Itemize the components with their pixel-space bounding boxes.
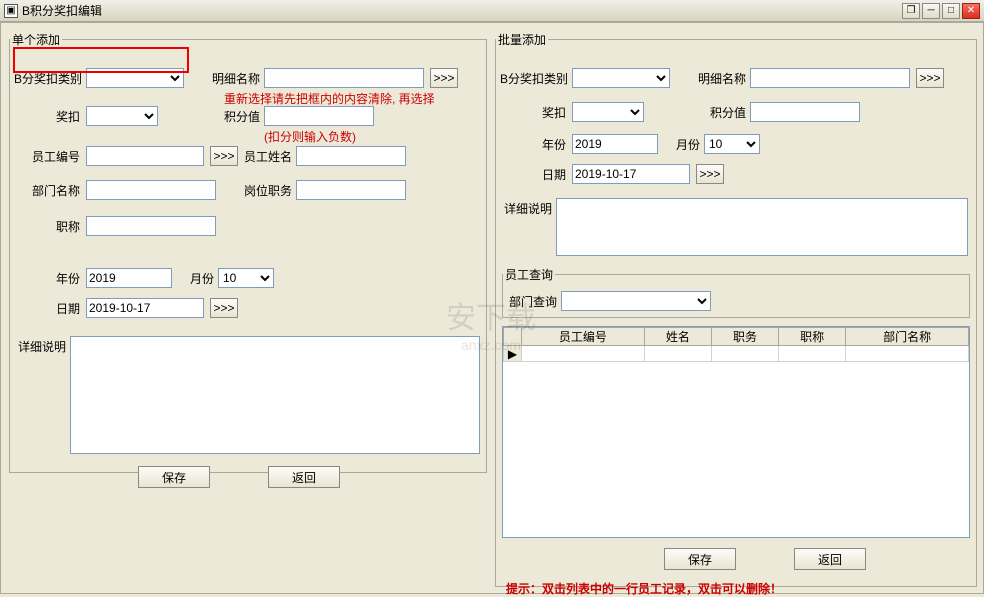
r-back-button[interactable]: 返回 [794, 548, 866, 570]
tip-text: 提示：双击列表中的一行员工记录，双击可以删除！ [506, 580, 782, 597]
save-button[interactable]: 保存 [138, 466, 210, 488]
label-desc: 详细说明 [16, 338, 66, 355]
label-reward: 奖扣 [30, 108, 80, 125]
r-year-input[interactable] [572, 134, 658, 154]
reward-select[interactable] [86, 106, 158, 126]
emp-table-wrap[interactable]: 员工编号 姓名 职务 职称 部门名称 ▶ [502, 326, 970, 538]
label-date: 日期 [44, 300, 80, 317]
label-year: 年份 [44, 270, 80, 287]
th-dept[interactable]: 部门名称 [846, 328, 969, 346]
th-duty[interactable]: 职务 [711, 328, 778, 346]
label-dept-query: 部门查询 [507, 293, 557, 310]
note-negative: (扣分则输入负数) [264, 128, 356, 145]
position-input[interactable] [296, 180, 406, 200]
r-date-more-button[interactable]: >>> [696, 164, 724, 184]
r-label-year: 年份 [530, 136, 566, 153]
detail-more-button[interactable]: >>> [430, 68, 458, 88]
emp-table[interactable]: 员工编号 姓名 职务 职称 部门名称 ▶ [503, 327, 969, 362]
th-title[interactable]: 职称 [779, 328, 846, 346]
r-label-desc: 详细说明 [502, 200, 552, 217]
emp-query-legend: 员工查询 [503, 266, 555, 283]
r-month-select[interactable]: 10 [704, 134, 760, 154]
label-point-value: 积分值 [210, 108, 260, 125]
single-add-panel: 单个添加 B分奖扣类别 明细名称 >>> 重新选择请先把框内的内容清除, 再选择… [9, 31, 487, 473]
note-reselect: 重新选择请先把框内的内容清除, 再选择 [224, 90, 435, 107]
emp-name-input[interactable] [296, 146, 406, 166]
label-emp-no: 员工编号 [30, 148, 80, 165]
single-add-legend: 单个添加 [10, 31, 62, 48]
title-input[interactable] [86, 216, 216, 236]
th-name[interactable]: 姓名 [644, 328, 711, 346]
label-title: 职称 [44, 218, 80, 235]
emp-query-panel: 员工查询 部门查询 [502, 266, 970, 318]
dept-name-input[interactable] [86, 180, 216, 200]
r-save-button[interactable]: 保存 [664, 548, 736, 570]
r-label-detail-name: 明细名称 [696, 70, 746, 87]
emp-no-input[interactable] [86, 146, 204, 166]
label-detail-name: 明细名称 [210, 70, 260, 87]
r-detail-more-button[interactable]: >>> [916, 68, 944, 88]
desc-textarea[interactable] [70, 336, 480, 454]
r-category-select[interactable] [572, 68, 670, 88]
date-more-button[interactable]: >>> [210, 298, 238, 318]
window-title: B积分奖扣编辑 [22, 2, 902, 19]
r-date-input[interactable] [572, 164, 690, 184]
maximize-button[interactable]: □ [942, 3, 960, 19]
emp-no-more-button[interactable]: >>> [210, 146, 238, 166]
category-select[interactable] [86, 68, 184, 88]
year-input[interactable] [86, 268, 172, 288]
th-emp-no[interactable]: 员工编号 [522, 328, 645, 346]
r-label-reward: 奖扣 [516, 104, 566, 121]
r-detail-name-input[interactable] [750, 68, 910, 88]
r-reward-select[interactable] [572, 102, 644, 122]
label-position: 岗位职务 [242, 182, 292, 199]
table-row[interactable]: ▶ [504, 346, 969, 362]
row-indicator-icon: ▶ [504, 346, 522, 362]
batch-add-panel: 批量添加 B分奖扣类别 明细名称 >>> 奖扣 积分值 年份 月份 10 日期 … [495, 31, 977, 587]
close-button[interactable]: ✕ [962, 3, 980, 19]
titlebar: ▣ B积分奖扣编辑 ❐ ─ □ ✕ [0, 0, 984, 22]
restore-button[interactable]: ❐ [902, 3, 920, 19]
label-month: 月份 [184, 270, 214, 287]
point-value-input[interactable] [264, 106, 374, 126]
app-icon: ▣ [4, 4, 18, 18]
r-point-value-input[interactable] [750, 102, 860, 122]
label-emp-name: 员工姓名 [242, 148, 292, 165]
batch-add-legend: 批量添加 [496, 31, 548, 48]
r-desc-textarea[interactable] [556, 198, 968, 256]
date-input[interactable] [86, 298, 204, 318]
minimize-button[interactable]: ─ [922, 3, 940, 19]
month-select[interactable]: 10 [218, 268, 274, 288]
detail-name-input[interactable] [264, 68, 424, 88]
label-category: B分奖扣类别 [14, 70, 82, 87]
label-dept-name: 部门名称 [30, 182, 80, 199]
content-area: 单个添加 B分奖扣类别 明细名称 >>> 重新选择请先把框内的内容清除, 再选择… [0, 22, 984, 594]
r-label-date: 日期 [530, 166, 566, 183]
dept-query-select[interactable] [561, 291, 711, 311]
r-label-month: 月份 [670, 136, 700, 153]
r-label-category: B分奖扣类别 [500, 70, 568, 87]
r-label-point-value: 积分值 [696, 104, 746, 121]
back-button[interactable]: 返回 [268, 466, 340, 488]
